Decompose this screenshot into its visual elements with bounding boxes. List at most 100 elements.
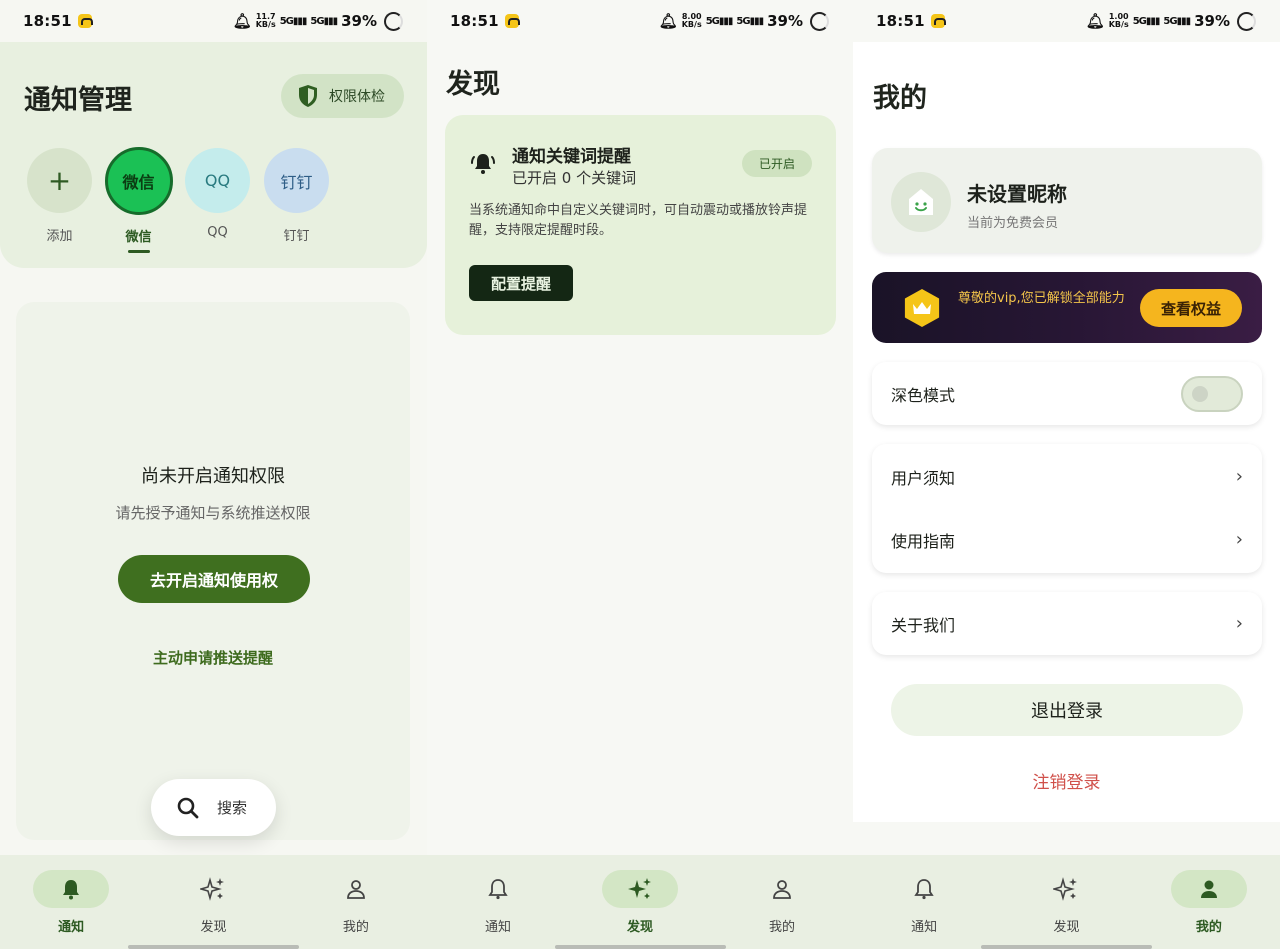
profile-card[interactable]: 未设置昵称 当前为免费会员 xyxy=(872,148,1262,253)
nav-discover[interactable]: 发现 xyxy=(142,855,284,949)
permission-check-button[interactable]: 权限体检 xyxy=(281,74,404,118)
info-card: 用户须知 › 使用指南 › xyxy=(872,444,1262,573)
status-bar: 18:51 🔔︎ 8.00 KB/s 5G▮▮▮ 5G▮▮▮ 39% xyxy=(427,0,853,42)
nav-label: 我的 xyxy=(1195,920,1222,935)
app-qq[interactable]: QQ QQ xyxy=(185,148,250,253)
status-time: 18:51 xyxy=(23,12,72,30)
nav-label: 我的 xyxy=(342,920,369,935)
person-icon xyxy=(744,870,820,908)
house-face-icon xyxy=(909,189,933,215)
cancel-account-link[interactable]: 注销登录 xyxy=(853,768,1280,793)
home-indicator[interactable] xyxy=(981,945,1152,949)
nav-label: 我的 xyxy=(768,920,795,935)
nav-label: 通知 xyxy=(911,920,938,935)
app-list: + 添加 微信 微信 QQ QQ 钉钉 钉钉 xyxy=(27,147,329,253)
dingtalk-app-icon: 钉钉 xyxy=(264,148,329,213)
mute-bell-icon: 🔔︎ xyxy=(658,12,678,30)
bell-icon xyxy=(886,870,962,908)
status-bar: 18:51 🔔︎ 11.7 KB/s 5G▮▮▮ 5G▮▮▮ 39% xyxy=(0,0,427,42)
signal-icon-2: 5G▮▮▮ xyxy=(310,15,338,27)
chevron-right-icon: › xyxy=(1235,466,1243,487)
net-speed: 8.00 KB/s xyxy=(681,12,702,29)
search-icon xyxy=(177,797,199,818)
status-badge: 已开启 xyxy=(742,150,812,177)
mute-bell-icon: 🔔︎ xyxy=(1085,12,1105,30)
net-speed: 11.7 KB/s xyxy=(255,12,276,29)
keyword-count: 已开启 0 个关键词 xyxy=(512,169,637,187)
nav-discover[interactable]: 发现 xyxy=(995,855,1137,949)
search-button[interactable]: 搜索 xyxy=(151,779,276,836)
keyword-alert-title: 通知关键词提醒 xyxy=(512,147,631,167)
nav-notify[interactable]: 通知 xyxy=(427,855,569,949)
app-label: 微信 xyxy=(125,230,152,245)
wechat-app-icon: 微信 xyxy=(104,147,173,215)
nav-label: 发现 xyxy=(200,920,227,935)
bell-icon xyxy=(460,870,536,908)
app-label: QQ xyxy=(207,225,228,240)
nav-label: 发现 xyxy=(1053,920,1080,935)
home-indicator[interactable] xyxy=(555,945,726,949)
dark-mode-toggle[interactable] xyxy=(1181,375,1243,412)
plus-icon: + xyxy=(27,148,92,213)
keyword-alert-card: 通知关键词提醒 已开启 0 个关键词 已开启 当系统通知命中自定义关键词时，可自… xyxy=(445,115,836,335)
status-time: 18:51 xyxy=(450,12,499,30)
config-alert-button[interactable]: 配置提醒 xyxy=(469,265,573,301)
battery-ring-icon xyxy=(1237,11,1256,31)
app-dingtalk[interactable]: 钉钉 钉钉 xyxy=(264,148,329,253)
signal-icon: 5G▮▮▮ xyxy=(1132,15,1161,27)
battery-level: 39% xyxy=(341,12,377,30)
nav-notify[interactable]: 通知 xyxy=(0,855,142,949)
keyword-alert-description: 当系统通知命中自定义关键词时，可自动震动或播放铃声提醒，支持限定提醒时段。 xyxy=(469,203,808,238)
bottom-nav: 通知 发现 我的 xyxy=(0,855,427,949)
guide-row[interactable]: 使用指南 › xyxy=(872,508,1262,571)
about-row[interactable]: 关于我们 › xyxy=(872,592,1262,655)
sparkle-icon xyxy=(602,870,678,908)
nav-me[interactable]: 我的 xyxy=(1138,855,1280,949)
battery-ring-icon xyxy=(384,11,403,31)
logout-button[interactable]: 退出登录 xyxy=(891,684,1243,736)
vip-message: 尊敬的vip,您已解锁全部能力 xyxy=(958,291,1125,306)
bell-icon xyxy=(33,870,110,908)
net-speed: 1.00 KB/s xyxy=(1108,12,1129,29)
empty-state-title: 尚未开启通知权限 xyxy=(141,466,285,487)
ringing-bell-icon xyxy=(471,154,495,174)
nickname: 未设置昵称 xyxy=(967,182,1067,206)
apply-push-link[interactable]: 主动申请推送提醒 xyxy=(16,647,410,668)
nav-notify[interactable]: 通知 xyxy=(853,855,995,949)
sparkle-icon xyxy=(1028,870,1104,908)
discover-screen: 18:51 🔔︎ 8.00 KB/s 5G▮▮▮ 5G▮▮▮ 39% 发现 通知关… xyxy=(427,0,853,949)
empty-state-subtitle: 请先授予通知与系统推送权限 xyxy=(115,504,311,522)
user-notice-row[interactable]: 用户须知 › xyxy=(872,445,1262,508)
qq-app-icon: QQ xyxy=(185,148,250,213)
signal-icon: 5G▮▮▮ xyxy=(705,15,734,27)
bottom-nav: 通知 发现 我的 xyxy=(427,855,853,949)
app-wechat[interactable]: 微信 微信 xyxy=(104,147,173,253)
app-notification-icon xyxy=(930,14,946,28)
nav-me[interactable]: 我的 xyxy=(711,855,853,949)
search-label: 搜索 xyxy=(217,799,248,817)
selected-indicator xyxy=(127,250,150,253)
membership-status: 当前为免费会员 xyxy=(967,216,1059,231)
app-label: 钉钉 xyxy=(283,229,310,244)
battery-ring-icon xyxy=(810,11,829,31)
vip-banner: 尊敬的vip,您已解锁全部能力 查看权益 xyxy=(872,272,1262,343)
mute-bell-icon: 🔔︎ xyxy=(232,12,252,30)
nav-label: 通知 xyxy=(484,920,511,935)
notify-screen: 18:51 🔔︎ 11.7 KB/s 5G▮▮▮ 5G▮▮▮ 39% 通知管理 权… xyxy=(0,0,427,949)
app-add[interactable]: + 添加 xyxy=(27,148,92,253)
open-permission-button[interactable]: 去开启通知使用权 xyxy=(118,555,310,603)
nav-label: 通知 xyxy=(58,920,85,935)
chevron-right-icon: › xyxy=(1235,529,1243,550)
person-icon xyxy=(318,870,394,908)
nav-me[interactable]: 我的 xyxy=(285,855,427,949)
bottom-nav: 通知 发现 我的 xyxy=(853,855,1280,949)
crown-icon xyxy=(904,289,940,327)
dark-mode-label: 深色模式 xyxy=(891,385,956,405)
about-card: 关于我们 › xyxy=(872,592,1262,655)
page-title: 发现 xyxy=(446,69,500,100)
nav-discover[interactable]: 发现 xyxy=(569,855,711,949)
chevron-right-icon: › xyxy=(1235,613,1243,634)
home-indicator[interactable] xyxy=(128,945,299,949)
avatar[interactable] xyxy=(891,172,951,232)
view-benefits-button[interactable]: 查看权益 xyxy=(1140,289,1242,327)
